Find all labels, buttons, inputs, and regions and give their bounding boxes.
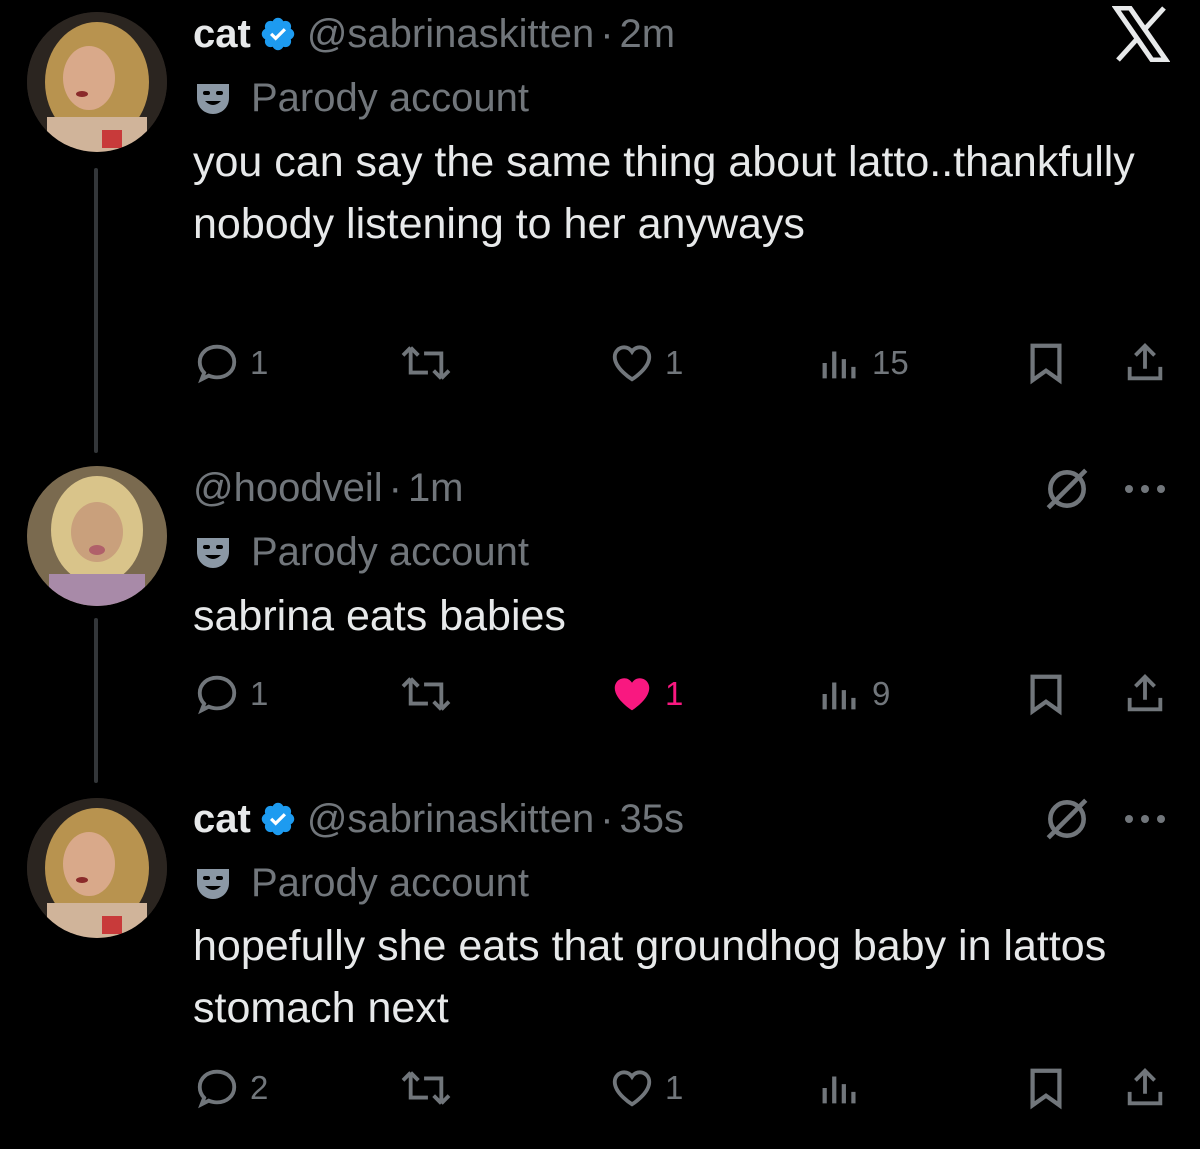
heart-icon	[612, 345, 652, 382]
verified-badge-icon	[259, 15, 297, 53]
tweet-3[interactable]: cat @sabrinaskitten · 35s Parody account…	[0, 790, 1200, 1149]
parody-label-text: Parody account	[251, 529, 529, 574]
bookmark-button[interactable]	[1024, 338, 1068, 388]
like-button[interactable]: 1	[609, 338, 683, 388]
heart-filled-icon	[614, 678, 650, 711]
views-button[interactable]	[818, 1063, 872, 1113]
separator: ·	[600, 796, 614, 841]
reply-button[interactable]: 1	[194, 338, 268, 388]
analytics-icon	[822, 682, 856, 710]
reply-button[interactable]: 2	[194, 1063, 268, 1113]
display-name[interactable]: cat	[193, 797, 251, 842]
avatar[interactable]	[27, 466, 167, 606]
bookmark-icon	[1030, 343, 1062, 385]
tweet-header: cat @sabrinaskitten · 35s	[193, 794, 684, 844]
share-button[interactable]	[1122, 1063, 1168, 1113]
grok-icon[interactable]	[1042, 464, 1092, 514]
bookmark-button[interactable]	[1024, 669, 1068, 719]
handle[interactable]: @sabrinaskitten	[307, 797, 594, 842]
share-icon	[1127, 674, 1163, 712]
share-button[interactable]	[1122, 338, 1168, 388]
reply-count: 2	[250, 1069, 269, 1106]
tweet-header: cat @sabrinaskitten · 2m	[193, 9, 675, 59]
like-button[interactable]: 1	[609, 1063, 683, 1113]
share-icon	[1127, 1068, 1163, 1106]
action-bar: 2 1	[0, 1063, 1200, 1113]
display-name[interactable]: cat	[193, 12, 251, 57]
avatar[interactable]	[27, 12, 167, 152]
bookmark-icon	[1030, 1068, 1062, 1110]
reply-icon	[197, 1069, 237, 1109]
like-count: 1	[665, 675, 684, 712]
grok-icon[interactable]	[1042, 794, 1092, 844]
share-icon	[1127, 343, 1163, 381]
like-button[interactable]: 1	[609, 669, 683, 719]
handle[interactable]: @hoodveil	[193, 466, 383, 511]
share-button[interactable]	[1122, 669, 1168, 719]
mask-icon	[197, 84, 229, 114]
analytics-icon	[822, 351, 856, 379]
parody-label-text: Parody account	[251, 860, 529, 905]
views-count: 15	[872, 344, 909, 381]
like-count: 1	[665, 1069, 684, 1106]
tweet-2[interactable]: @hoodveil · 1m Parody account sabrina ea…	[0, 460, 1200, 790]
action-bar: 1 1 9	[0, 669, 1200, 719]
analytics-icon	[822, 1076, 856, 1104]
views-button[interactable]: 9	[818, 669, 890, 719]
timestamp[interactable]: 1m	[408, 466, 464, 511]
parody-label: Parody account	[193, 527, 529, 577]
avatar[interactable]	[27, 798, 167, 938]
reply-icon	[197, 344, 237, 384]
views-button[interactable]: 15	[818, 338, 909, 388]
reply-count: 1	[250, 675, 269, 712]
parody-label: Parody account	[193, 73, 529, 123]
tweet-1[interactable]: cat @sabrinaskitten · 2m Parody account …	[0, 0, 1200, 460]
tweet-text: you can say the same thing about latto..…	[193, 138, 1135, 248]
retweet-icon	[401, 346, 451, 380]
retweet-button[interactable]	[398, 1063, 464, 1113]
bookmark-icon	[1030, 674, 1062, 716]
separator: ·	[388, 465, 402, 510]
reply-icon	[197, 675, 237, 715]
verified-badge-icon	[259, 800, 297, 838]
retweet-icon	[401, 677, 451, 711]
parody-label-text: Parody account	[251, 75, 529, 120]
action-bar: 1 1 15	[0, 338, 1200, 388]
mask-icon	[197, 538, 229, 568]
retweet-button[interactable]	[398, 669, 464, 719]
timestamp[interactable]: 2m	[620, 12, 676, 57]
timestamp[interactable]: 35s	[620, 797, 685, 842]
retweet-button[interactable]	[398, 338, 464, 388]
like-count: 1	[665, 344, 684, 381]
tweet-text: sabrina eats babies	[193, 592, 566, 640]
more-options-icon[interactable]	[1122, 482, 1168, 496]
heart-icon	[612, 1070, 652, 1107]
views-count: 9	[872, 675, 891, 712]
tweet-header: @hoodveil · 1m	[193, 463, 464, 513]
retweet-icon	[401, 1071, 451, 1105]
thread-line	[94, 168, 98, 453]
more-options-icon[interactable]	[1122, 812, 1168, 826]
parody-label: Parody account	[193, 858, 529, 908]
handle[interactable]: @sabrinaskitten	[307, 12, 594, 57]
bookmark-button[interactable]	[1024, 1063, 1068, 1113]
separator: ·	[600, 11, 614, 56]
tweet-text: hopefully she eats that groundhog baby i…	[193, 922, 1107, 1032]
reply-button[interactable]: 1	[194, 669, 268, 719]
mask-icon	[197, 869, 229, 899]
reply-count: 1	[250, 344, 269, 381]
